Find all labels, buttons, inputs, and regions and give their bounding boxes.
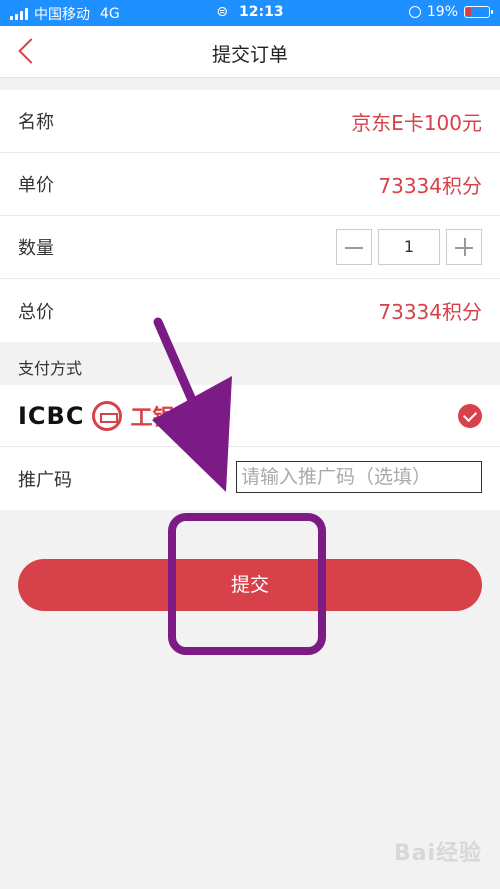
payment-section-title: 支付方式	[18, 359, 83, 378]
icbc-name-cn: 工银	[130, 405, 175, 431]
annotation-highlight-box	[168, 513, 326, 655]
watermark: Bai经验	[393, 841, 482, 866]
quantity-stepper: 1	[336, 229, 482, 265]
total-row: 总价 73334积分	[0, 279, 500, 342]
clock: 12:13	[239, 4, 284, 20]
icbc-logo: ICBC 工银	[18, 400, 174, 432]
battery-fill	[466, 8, 471, 16]
name-row: 名称 京东E卡100元	[0, 90, 500, 153]
decrease-button[interactable]	[336, 229, 372, 265]
name-value: 京东E卡100元	[351, 110, 482, 135]
payment-option-icbc[interactable]: ICBC 工银	[0, 385, 500, 447]
unit-price-value: 73334积分	[378, 173, 482, 198]
promo-code-input[interactable]: 请输入推广码（选填）	[236, 461, 482, 493]
status-bar: 中国移动 4G ⊜ 12:13 19%	[0, 0, 500, 26]
unit-price-row: 单价 73334积分	[0, 153, 500, 216]
promo-row: 推广码 请输入推广码（选填）	[0, 447, 500, 510]
unit-price-label: 单价	[18, 175, 54, 196]
quantity-row: 数量 1	[0, 216, 500, 279]
payment-group: ICBC 工银 推广码 请输入推广码（选填）	[0, 385, 500, 510]
status-right: 19%	[408, 4, 493, 20]
quantity-label: 数量	[18, 238, 54, 259]
order-info-group: 名称 京东E卡100元 单价 73334积分 数量 1 总价 73334积分	[0, 90, 500, 342]
total-value: 73334积分	[378, 300, 482, 324]
page-title: 提交订单	[211, 44, 288, 66]
battery-percent: 19%	[426, 4, 458, 20]
total-label: 总价	[18, 301, 54, 323]
name-label: 名称	[18, 112, 54, 133]
promo-label: 推广码	[18, 469, 72, 491]
increase-button[interactable]	[446, 229, 482, 265]
selected-check-icon[interactable]	[458, 403, 482, 428]
icbc-logo-text: ICBC	[18, 401, 85, 430]
nav-bar: 提交订单	[0, 26, 500, 78]
battery-icon	[464, 6, 493, 18]
rotation-lock-icon	[408, 6, 421, 18]
icbc-seal-icon	[92, 400, 123, 431]
link-icon: ⊜	[216, 4, 229, 20]
quantity-input[interactable]: 1	[378, 229, 440, 265]
